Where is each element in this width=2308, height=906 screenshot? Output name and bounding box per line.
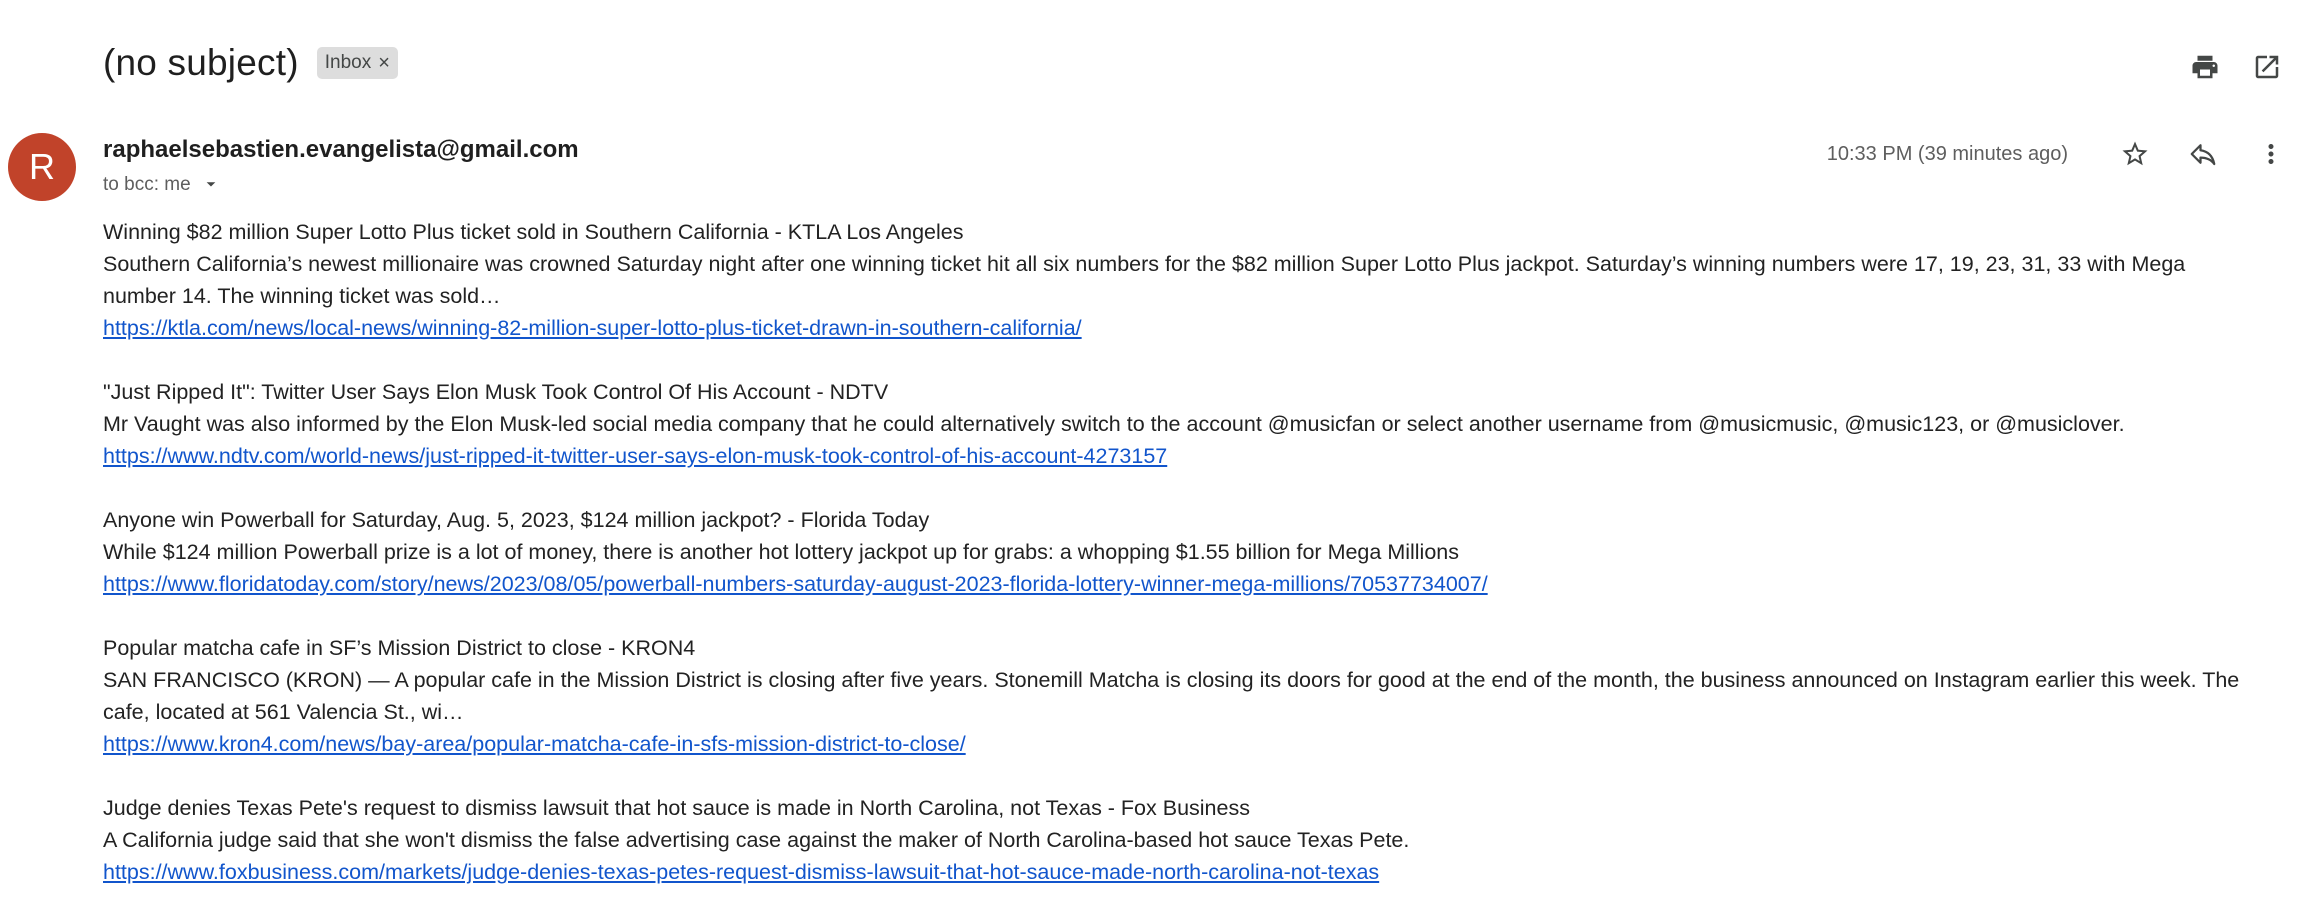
news-snippet: While $124 million Powerball prize is a … <box>103 540 1460 564</box>
reply-icon <box>2190 144 2216 166</box>
news-item: Anyone win Powerball for Saturday, Aug. … <box>103 504 2263 600</box>
subject-row: (no subject) Inbox × <box>103 36 398 90</box>
news-link[interactable]: https://ktla.com/news/local-news/winning… <box>103 312 2263 344</box>
more-options-button[interactable] <box>2248 131 2294 177</box>
recipients-line: to bcc: me <box>103 174 219 196</box>
open-in-new-window-icon <box>2255 55 2279 79</box>
label-chip-text: Inbox <box>324 52 372 73</box>
news-snippet: Southern California’s newest millionaire… <box>103 252 2186 308</box>
avatar[interactable]: R <box>8 133 76 201</box>
news-link[interactable]: https://www.kron4.com/news/bay-area/popu… <box>103 728 2263 760</box>
avatar-letter: R <box>29 146 55 187</box>
star-button[interactable] <box>2112 131 2158 177</box>
news-title: "Just Ripped It": Twitter User Says Elon… <box>103 380 889 404</box>
timestamp: 10:33 PM (39 minutes ago) <box>1826 142 2068 165</box>
reply-button[interactable] <box>2180 131 2226 177</box>
print-button[interactable] <box>2182 44 2228 90</box>
news-title: Winning $82 million Super Lotto Plus tic… <box>103 220 964 244</box>
remove-label-icon[interactable]: × <box>378 52 390 75</box>
dropdown-arrow-icon <box>206 182 215 187</box>
star-icon <box>2122 141 2148 166</box>
news-item: Winning $82 million Super Lotto Plus tic… <box>103 216 2263 344</box>
sender-email[interactable]: raphaelsebastien.evangelista@gmail.com <box>103 136 579 164</box>
label-chip-inbox[interactable]: Inbox × <box>316 47 398 79</box>
news-link[interactable]: https://www.ndtv.com/world-news/just-rip… <box>103 440 2263 472</box>
news-snippet: Mr Vaught was also informed by the Elon … <box>103 412 2125 436</box>
news-snippet: A California judge said that she won't d… <box>103 828 1410 852</box>
email-subject: (no subject) <box>103 42 299 83</box>
email-view: (no subject) Inbox × R raphaelsebastien.… <box>0 0 2308 906</box>
message-body: Winning $82 million Super Lotto Plus tic… <box>103 216 2263 906</box>
news-title: Anyone win Powerball for Saturday, Aug. … <box>103 508 930 532</box>
news-link[interactable]: https://www.foxbusiness.com/markets/judg… <box>103 856 2263 888</box>
news-snippet: SAN FRANCISCO (KRON) — A popular cafe in… <box>103 668 2240 724</box>
open-in-new-window-button[interactable] <box>2244 44 2290 90</box>
news-item: Judge denies Texas Pete's request to dis… <box>103 792 2263 888</box>
message-actions: 10:33 PM (39 minutes ago) <box>1827 131 2294 177</box>
news-title: Judge denies Texas Pete's request to dis… <box>103 796 1250 820</box>
recipients-text: to bcc: me <box>103 174 191 195</box>
print-icon <box>2192 55 2218 79</box>
more-vert-icon <box>2268 144 2274 164</box>
show-details-button[interactable] <box>203 177 219 193</box>
top-actions <box>2166 44 2290 90</box>
news-link[interactable]: https://www.floridatoday.com/story/news/… <box>103 568 2263 600</box>
news-item: Popular matcha cafe in SF’s Mission Dist… <box>103 632 2263 760</box>
news-item: "Just Ripped It": Twitter User Says Elon… <box>103 376 2263 472</box>
news-title: Popular matcha cafe in SF’s Mission Dist… <box>103 636 696 660</box>
